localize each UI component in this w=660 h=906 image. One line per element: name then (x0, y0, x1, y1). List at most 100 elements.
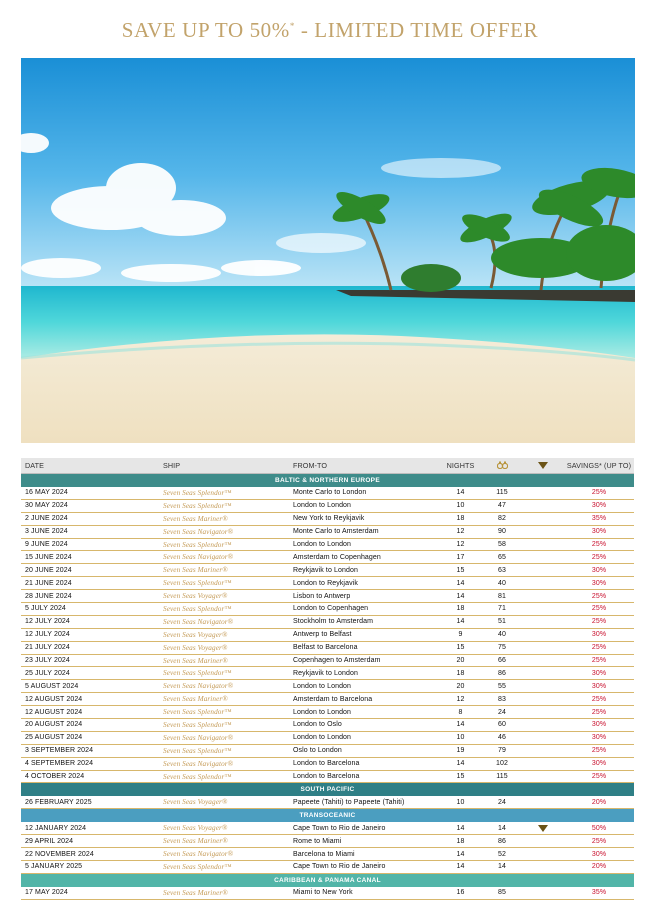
route-cell: Amsterdam to Barcelona (293, 695, 373, 703)
points-cell: 51 (498, 618, 506, 626)
nights-cell: 15 (456, 773, 465, 781)
ship-cell: Seven Seas Splendor™ (163, 604, 232, 613)
savings-cell: 25% (591, 773, 607, 781)
table-row[interactable]: 3 JUNE 2024 Seven Seas Navigator® Monte Ca… (21, 526, 634, 539)
binoculars-icon (482, 461, 522, 471)
route-cell: London to London (293, 708, 352, 716)
table-row[interactable]: 3 SEPTEMBER 2024 Seven Seas Splendor™ Oslo… (21, 745, 634, 758)
table-row[interactable]: 28 JUNE 2024 Seven Seas Voyager® Lisbon to… (21, 590, 634, 604)
table-row[interactable]: 22 NOVEMBER 2024 Seven Seas Navigator® Bar… (21, 848, 634, 862)
ship-cell: Seven Seas Splendor™ (163, 669, 232, 678)
date-cell: 5 AUGUST 2024 (25, 682, 79, 690)
table-row[interactable]: 25 JULY 2024 Seven Seas Splendor™ Reykjavi… (21, 667, 634, 681)
route-cell: Belfast to Barcelona (293, 644, 358, 652)
points-cell: 85 (498, 889, 506, 897)
nights-cell: 12 (456, 541, 465, 548)
table-row[interactable]: 20 AUGUST 2024 Seven Seas Splendor™ London… (21, 719, 634, 732)
points-cell: 65 (498, 553, 506, 561)
route-cell: London to Barcelona (293, 760, 360, 768)
date-cell: 5 JANUARY 2025 (25, 863, 83, 871)
triangle-down-icon (522, 824, 564, 832)
cruise-table: DATE SHIP FROM-TO NIGHTS SAVINGS* (UP TO… (21, 458, 634, 900)
savings-cell: 35% (591, 515, 607, 523)
table-row[interactable]: 12 JANUARY 2024 Seven Seas Voyager® Cape T… (21, 822, 634, 836)
table-row[interactable]: 20 JUNE 2024 Seven Seas Mariner® Reykjavik… (21, 564, 634, 578)
ship-cell: Seven Seas Splendor™ (163, 708, 232, 717)
ship-cell: Seven Seas Voyager® (163, 592, 228, 601)
route-cell: Reykjavik to London (293, 669, 358, 677)
nights-cell: 15 (456, 566, 465, 574)
ship-cell: Seven Seas Voyager® (163, 798, 228, 807)
triangle-down-icon (522, 462, 564, 469)
savings-cell: 20% (591, 863, 607, 871)
table-row[interactable]: 2 JUNE 2024 Seven Seas Mariner® New York t… (21, 513, 634, 526)
table-row[interactable]: 12 JULY 2024 Seven Seas Voyager® Antwerp t… (21, 629, 634, 642)
col-date-header: DATE (25, 461, 45, 470)
nights-cell: 14 (456, 721, 465, 729)
table-row[interactable]: 17 MAY 2024 Seven Seas Mariner® Miami to N… (21, 887, 634, 900)
route-cell: Stockholm to Amsterdam (293, 618, 374, 626)
points-cell: 40 (498, 579, 506, 587)
table-row[interactable]: 9 JUNE 2024 Seven Seas Splendor™ London to… (21, 539, 634, 552)
route-cell: Miami to New York (293, 889, 353, 897)
table-row[interactable]: 30 MAY 2024 Seven Seas Splendor™ London to… (21, 500, 634, 513)
savings-cell: 30% (591, 760, 607, 768)
date-cell: 21 JULY 2024 (25, 644, 70, 652)
table-row[interactable]: 12 JULY 2024 Seven Seas Navigator® Stockho… (21, 616, 634, 629)
table-row[interactable]: 5 JANUARY 2025 Seven Seas Splendor™ Cape T… (21, 861, 634, 874)
table-row[interactable]: 12 AUGUST 2024 Seven Seas Mariner® Amsterd… (21, 693, 634, 707)
ship-cell: Seven Seas Mariner® (163, 888, 228, 897)
route-cell: London to London (293, 682, 352, 690)
date-cell: 21 JUNE 2024 (25, 579, 72, 587)
table-row[interactable]: 26 FEBRUARY 2025 Seven Seas Voyager® Papee… (21, 796, 634, 810)
date-cell: 12 JULY 2024 (25, 618, 70, 626)
ship-cell: Seven Seas Navigator® (163, 553, 234, 562)
date-cell: 16 MAY 2024 (25, 489, 68, 497)
headline-suffix: - LIMITED TIME OFFER (294, 18, 539, 42)
points-cell: 55 (498, 682, 506, 690)
table-row[interactable]: 16 MAY 2024 Seven Seas Splendor™ Monte Car… (21, 487, 634, 500)
date-cell: 4 OCTOBER 2024 (25, 773, 85, 781)
savings-cell: 30% (591, 579, 607, 587)
points-cell: 83 (498, 695, 506, 703)
ship-cell: Seven Seas Splendor™ (163, 720, 232, 729)
table-row[interactable]: 5 JULY 2024 Seven Seas Splendor™ London to… (21, 603, 634, 616)
savings-cell: 30% (591, 528, 607, 536)
savings-cell: 30% (591, 682, 607, 690)
nights-cell: 10 (456, 502, 465, 510)
table-header: DATE SHIP FROM-TO NIGHTS SAVINGS* (UP TO… (21, 458, 634, 474)
points-cell: 115 (496, 489, 508, 497)
nights-cell: 17 (456, 553, 465, 561)
table-row[interactable]: 29 APRIL 2024 Seven Seas Mariner® Rome to … (21, 835, 634, 849)
points-cell: 82 (498, 515, 506, 523)
nights-cell: 10 (456, 734, 465, 742)
route-cell: Oslo to London (293, 747, 342, 755)
savings-cell: 30% (591, 502, 607, 510)
col-savings-header: SAVINGS* (UP TO) (566, 461, 632, 470)
points-cell: 66 (498, 657, 506, 665)
nights-cell: 18 (456, 605, 465, 613)
table-row[interactable]: 23 JULY 2024 Seven Seas Mariner® Copenhage… (21, 655, 634, 668)
date-cell: 25 AUGUST 2024 (25, 734, 83, 742)
table-body: BALTIC & NORTHERN EUROPE 16 MAY 2024 Seven… (21, 474, 634, 900)
savings-cell: 25% (591, 489, 607, 497)
ship-cell: Seven Seas Splendor™ (163, 579, 232, 588)
date-cell: 12 JANUARY 2024 (25, 824, 87, 832)
table-row[interactable]: 25 AUGUST 2024 Seven Seas Navigator® Londo… (21, 732, 634, 745)
points-cell: 14 (498, 863, 506, 871)
ship-cell: Seven Seas Navigator® (163, 617, 234, 626)
points-cell: 79 (498, 747, 506, 755)
table-row[interactable]: 4 SEPTEMBER 2024 Seven Seas Navigator® Lon… (21, 758, 634, 771)
table-row[interactable]: 21 JULY 2024 Seven Seas Voyager® Belfast t… (21, 642, 634, 655)
savings-cell: 30% (591, 734, 607, 742)
table-row[interactable]: 12 AUGUST 2024 Seven Seas Splendor™ London… (21, 706, 634, 720)
table-row[interactable]: 21 JUNE 2024 Seven Seas Splendor™ London t… (21, 577, 634, 591)
table-row[interactable]: 15 JUNE 2024 Seven Seas Navigator® Amsterd… (21, 551, 634, 565)
nights-cell: 14 (456, 592, 465, 600)
route-cell: Lisbon to Antwerp (293, 592, 351, 600)
nights-cell: 18 (456, 837, 465, 845)
savings-cell: 25% (591, 592, 607, 600)
table-row[interactable]: 4 OCTOBER 2024 Seven Seas Splendor™ London… (21, 771, 634, 784)
points-cell: 46 (498, 734, 506, 742)
table-row[interactable]: 5 AUGUST 2024 Seven Seas Navigator® London… (21, 680, 634, 694)
